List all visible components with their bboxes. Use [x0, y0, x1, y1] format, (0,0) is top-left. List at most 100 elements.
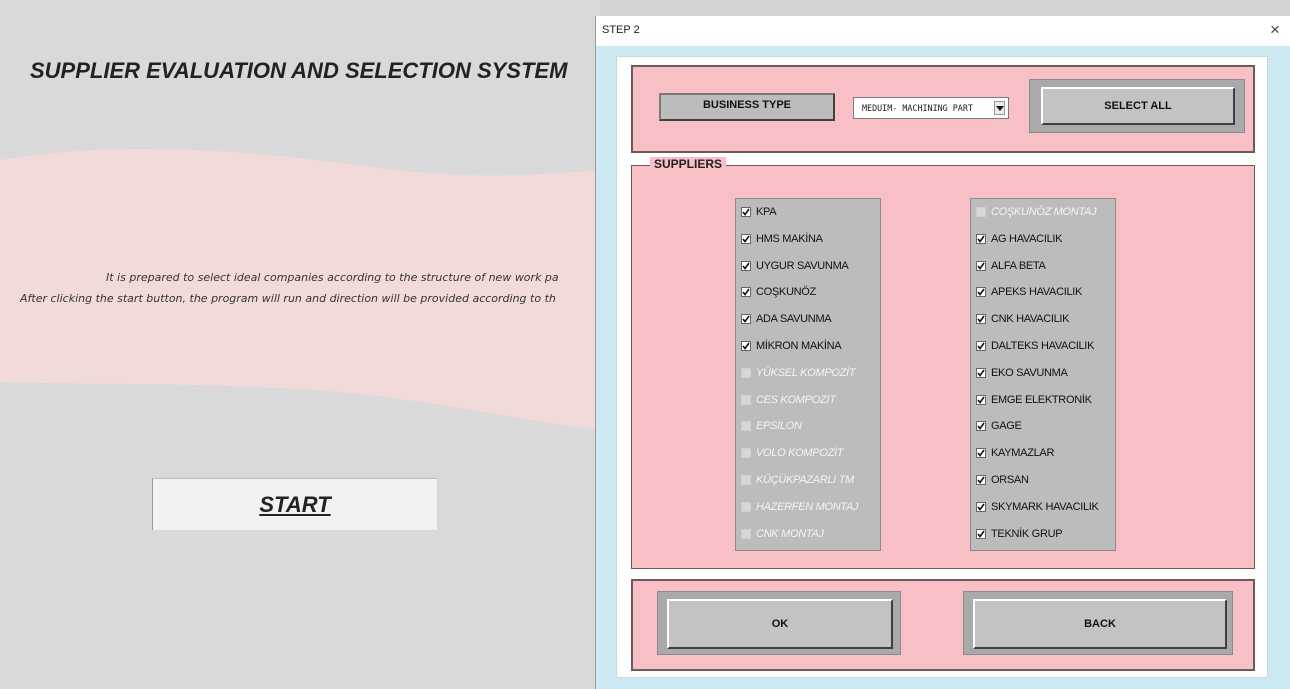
suppliers-label: SUPPLIERS	[650, 157, 727, 171]
action-buttons-panel: OK BACK	[631, 579, 1255, 671]
checkbox-checked-icon[interactable]	[741, 287, 751, 298]
supplier-checkbox-item[interactable]: KÜÇÜKPAZARLI TM	[741, 472, 879, 488]
business-type-panel: BUSINESS TYPE MEDUIM- MACHINING PART SEL…	[631, 65, 1255, 153]
supplier-checkbox-item[interactable]: UYGUR SAVUNMA	[741, 258, 879, 274]
business-type-value: MEDUIM- MACHINING PART	[862, 103, 973, 113]
checkbox-checked-icon[interactable]	[976, 501, 986, 512]
supplier-checkbox-item[interactable]: EMGE ELEKTRONİK	[976, 392, 1114, 408]
suppliers-panel: SUPPLIERS KPA HMS MAKİNA UYGUR SAVUNMA COŞK…	[631, 157, 1255, 569]
supplier-label: TEKNİK GRUP	[991, 527, 1063, 540]
supplier-label: UYGUR SAVUNMA	[756, 259, 849, 272]
supplier-label: APEKS HAVACILIK	[991, 286, 1083, 299]
supplier-label: EMGE ELEKTRONİK	[991, 393, 1092, 406]
supplier-checkbox-item[interactable]: APEKS HAVACILIK	[976, 284, 1114, 300]
supplier-label: ALFA BETA	[991, 259, 1046, 272]
checkbox-unchecked-icon[interactable]	[976, 207, 986, 217]
supplier-label: EKO SAVUNMA	[991, 366, 1068, 379]
supplier-checkbox-item[interactable]: EPSİLON	[741, 418, 879, 434]
supplier-label: VOLO KOMPOZİT	[756, 447, 844, 460]
pink-wave-decoration	[0, 148, 600, 430]
supplier-checkbox-item[interactable]: YÜKSEL KOMPOZİT	[741, 365, 879, 381]
supplier-checkbox-item[interactable]: MİKRON MAKİNA	[741, 338, 879, 354]
supplier-checkbox-item[interactable]: EKO SAVUNMA	[976, 365, 1114, 381]
dialog-titlebar: STEP 2 ×	[596, 16, 1290, 46]
page-title: SUPPLIER EVALUATION AND SELECTION SYSTEM	[30, 58, 568, 83]
supplier-checkbox-item[interactable]: HMS MAKİNA	[741, 231, 879, 247]
checkbox-checked-icon[interactable]	[741, 260, 751, 271]
checkbox-checked-icon[interactable]	[976, 528, 986, 539]
checkbox-checked-icon[interactable]	[976, 233, 986, 244]
supplier-label: HMS MAKİNA	[756, 232, 823, 245]
step2-dialog: STEP 2 × BUSINESS TYPE MEDUIM- MACHINING…	[595, 16, 1290, 689]
checkbox-unchecked-icon[interactable]	[741, 448, 751, 459]
supplier-checkbox-item[interactable]: KPA	[741, 204, 879, 220]
start-button-label: START	[259, 492, 331, 517]
supplier-checkbox-item[interactable]: CNK HAVACILIK	[976, 311, 1114, 327]
supplier-checkbox-item[interactable]: HAZERFEN MONTAJ	[741, 499, 879, 515]
checkbox-unchecked-icon[interactable]	[741, 394, 751, 405]
business-type-button[interactable]: BUSINESS TYPE	[659, 93, 835, 121]
checkbox-unchecked-icon[interactable]	[741, 501, 751, 512]
supplier-label: YÜKSEL KOMPOZİT	[756, 366, 856, 379]
checkbox-checked-icon[interactable]	[976, 421, 986, 432]
supplier-label: KPA	[756, 206, 777, 218]
supplier-label: CNK MONTAJ	[756, 527, 824, 540]
business-type-label: BUSINESS TYPE	[702, 99, 792, 111]
checkbox-checked-icon[interactable]	[976, 341, 986, 351]
close-icon[interactable]: ×	[1266, 20, 1284, 40]
worksheet-background: SUPPLIER EVALUATION AND SELECTION SYSTEM…	[0, 0, 600, 689]
checkbox-checked-icon[interactable]	[741, 341, 751, 351]
supplier-label: CNK HAVACILIK	[991, 313, 1070, 326]
chevron-down-icon[interactable]	[994, 101, 1005, 115]
business-type-dropdown[interactable]: MEDUIM- MACHINING PART	[853, 97, 1009, 119]
supplier-checkbox-item[interactable]: KAYMAZLAR	[976, 445, 1114, 461]
supplier-label: KÜÇÜKPAZARLI TM	[756, 474, 854, 486]
checkbox-checked-icon[interactable]	[741, 207, 751, 217]
supplier-label: ADA SAVUNMA	[756, 313, 832, 326]
checkbox-checked-icon[interactable]	[741, 233, 751, 244]
supplier-checkbox-item[interactable]: ORSAN	[976, 472, 1114, 488]
checkbox-checked-icon[interactable]	[976, 287, 986, 298]
supplier-label: AG HAVACILIK	[991, 232, 1063, 245]
supplier-label: COŞKUNÖZ	[756, 286, 816, 299]
ok-button[interactable]: OK	[667, 599, 893, 649]
checkbox-checked-icon[interactable]	[741, 314, 751, 325]
supplier-checkbox-item[interactable]: VOLO KOMPOZİT	[741, 445, 879, 461]
checkbox-checked-icon[interactable]	[976, 260, 986, 271]
dialog-client-area: BUSINESS TYPE MEDUIM- MACHINING PART SEL…	[616, 56, 1268, 678]
checkbox-unchecked-icon[interactable]	[741, 421, 751, 432]
supplier-checkbox-item[interactable]: ADA SAVUNMA	[741, 311, 879, 327]
supplier-checkbox-item[interactable]: CES KOMPOZİT	[741, 392, 879, 408]
suppliers-list-left[interactable]: KPA HMS MAKİNA UYGUR SAVUNMA COŞKUNÖZ ADA SA…	[735, 198, 881, 551]
checkbox-unchecked-icon[interactable]	[741, 475, 751, 485]
checkbox-unchecked-icon[interactable]	[741, 367, 751, 378]
checkbox-checked-icon[interactable]	[976, 367, 986, 378]
supplier-label: HAZERFEN MONTAJ	[756, 500, 859, 513]
supplier-checkbox-item[interactable]: SKYMARK HAVACILIK	[976, 499, 1114, 515]
supplier-checkbox-item[interactable]: CNK MONTAJ	[741, 526, 879, 542]
supplier-label: DALTEKS HAVACILIK	[991, 340, 1095, 352]
supplier-checkbox-item[interactable]: COŞKUNÖZ	[741, 284, 879, 300]
description-line-1: It is prepared to select ideal companies…	[106, 271, 559, 284]
checkbox-checked-icon[interactable]	[976, 448, 986, 459]
supplier-label: EPSİLON	[756, 420, 802, 433]
supplier-label: KAYMAZLAR	[991, 447, 1055, 460]
supplier-checkbox-item[interactable]: AG HAVACILIK	[976, 231, 1114, 247]
checkbox-checked-icon[interactable]	[976, 394, 986, 405]
supplier-label: GAGE	[991, 420, 1022, 433]
supplier-checkbox-item[interactable]: ALFA BETA	[976, 258, 1114, 274]
start-button[interactable]: START	[152, 478, 437, 530]
supplier-checkbox-item[interactable]: DALTEKS HAVACILIK	[976, 338, 1114, 354]
supplier-label: SKYMARK HAVACILIK	[991, 500, 1099, 513]
checkbox-checked-icon[interactable]	[976, 475, 986, 485]
back-button[interactable]: BACK	[973, 599, 1227, 649]
supplier-checkbox-item[interactable]: COŞKUNÖZ MONTAJ	[976, 204, 1114, 220]
checkbox-unchecked-icon[interactable]	[741, 528, 751, 539]
supplier-checkbox-item[interactable]: GAGE	[976, 418, 1114, 434]
supplier-label: MİKRON MAKİNA	[756, 340, 842, 352]
checkbox-checked-icon[interactable]	[976, 314, 986, 325]
supplier-label: CES KOMPOZİT	[756, 393, 836, 406]
suppliers-list-right[interactable]: COŞKUNÖZ MONTAJ AG HAVACILIK ALFA BETA APEK…	[970, 198, 1116, 551]
supplier-checkbox-item[interactable]: TEKNİK GRUP	[976, 526, 1114, 542]
select-all-button[interactable]: SELECT ALL	[1041, 87, 1235, 125]
